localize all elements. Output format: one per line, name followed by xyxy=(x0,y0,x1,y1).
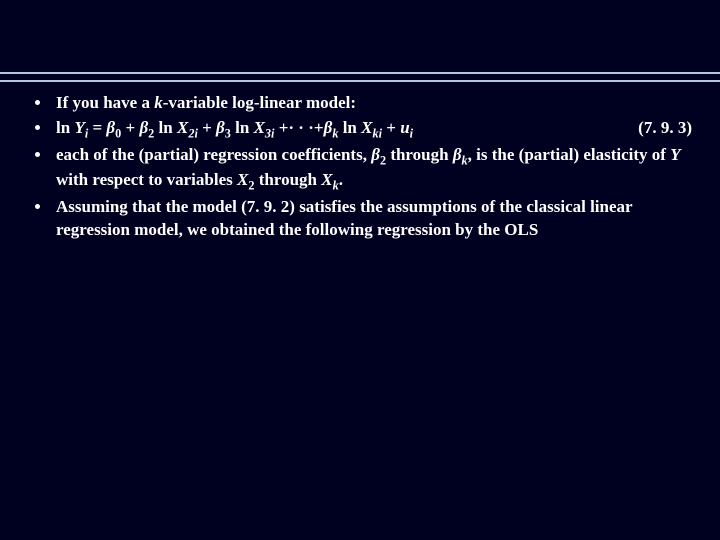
text: with respect to variables xyxy=(56,170,237,189)
text: , is the (partial) elasticity of xyxy=(468,145,671,164)
ln: ln xyxy=(56,118,74,137)
equation-line: ln Yi = β0 + β2 ln X2i + β3 ln X3i +· · … xyxy=(56,117,692,142)
content-area: If you have a k-variable log-linear mode… xyxy=(30,92,692,244)
var-Y: Y xyxy=(670,145,680,164)
beta: β xyxy=(324,118,333,137)
divider-bottom xyxy=(0,80,720,82)
bullet-list: If you have a k-variable log-linear mode… xyxy=(30,92,692,242)
var-k: k xyxy=(154,93,163,112)
beta: β xyxy=(216,118,225,137)
beta: β xyxy=(371,145,380,164)
text: . xyxy=(339,170,343,189)
ln: ln xyxy=(338,118,361,137)
var-X: X xyxy=(177,118,188,137)
beta: β xyxy=(106,118,115,137)
text: Assuming that the model (7. 9. 2) satisf… xyxy=(56,197,632,239)
list-item: If you have a k-variable log-linear mode… xyxy=(52,92,692,115)
text: through xyxy=(254,170,321,189)
plus: + xyxy=(198,118,216,137)
equation: ln Yi = β0 + β2 ln X2i + β3 ln X3i +· · … xyxy=(56,117,413,142)
plus: + xyxy=(121,118,139,137)
sub-ki: ki xyxy=(372,126,382,140)
sub-i: i xyxy=(410,126,413,140)
text: each of the (partial) regression coeffic… xyxy=(56,145,371,164)
var-u: u xyxy=(400,118,409,137)
var-X: X xyxy=(254,118,265,137)
beta: β xyxy=(453,145,462,164)
eq-sign: = xyxy=(88,118,106,137)
text: -variable log-linear model: xyxy=(163,93,356,112)
slide: If you have a k-variable log-linear mode… xyxy=(0,0,720,540)
list-item: Assuming that the model (7. 9. 2) satisf… xyxy=(52,196,692,242)
ln: ln xyxy=(231,118,254,137)
sub-2i: 2i xyxy=(188,126,198,140)
text: If you have a xyxy=(56,93,154,112)
list-item: each of the (partial) regression coeffic… xyxy=(52,144,692,194)
beta: β xyxy=(139,118,148,137)
var-Y: Y xyxy=(74,118,84,137)
dots: +· · ·+ xyxy=(274,118,323,137)
var-X: X xyxy=(361,118,372,137)
ln: ln xyxy=(154,118,177,137)
divider-top xyxy=(0,72,720,74)
var-X: X xyxy=(321,170,332,189)
equation-number: (7. 9. 3) xyxy=(614,117,692,140)
plus: + xyxy=(382,118,400,137)
list-item: ln Yi = β0 + β2 ln X2i + β3 ln X3i +· · … xyxy=(52,117,692,142)
var-X: X xyxy=(237,170,248,189)
text: through xyxy=(386,145,453,164)
